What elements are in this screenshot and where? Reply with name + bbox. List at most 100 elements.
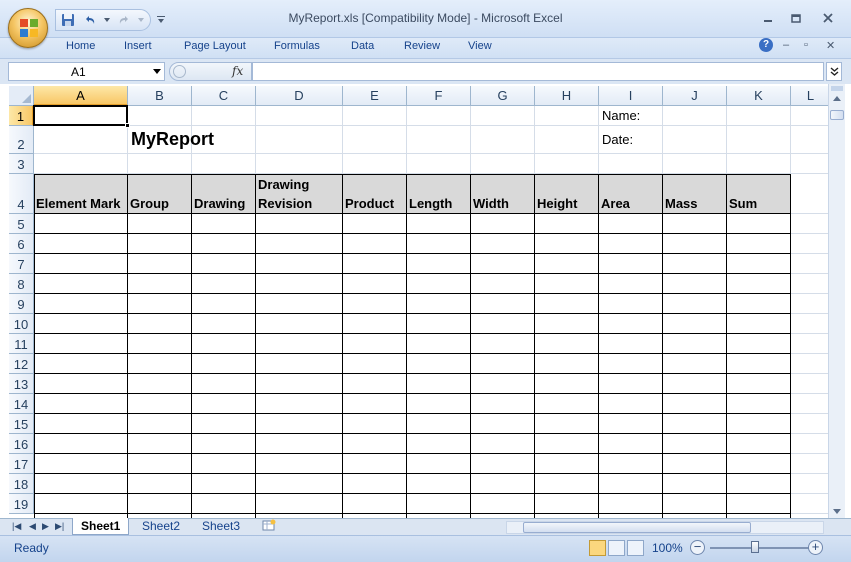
table-border-vertical bbox=[470, 174, 471, 518]
date-label[interactable]: Date: bbox=[602, 132, 633, 147]
select-all-button[interactable] bbox=[9, 86, 34, 106]
zoom-slider-thumb[interactable] bbox=[751, 541, 759, 553]
sheet-tab-sheet3[interactable]: Sheet3 bbox=[194, 518, 248, 535]
column-header-h[interactable]: H bbox=[535, 86, 599, 106]
table-header-area[interactable]: Area bbox=[601, 175, 661, 213]
table-header-length[interactable]: Length bbox=[409, 175, 469, 213]
tab-data[interactable]: Data bbox=[351, 40, 374, 52]
first-sheet-icon[interactable]: |◀ bbox=[12, 521, 21, 532]
page-break-view-icon[interactable] bbox=[627, 540, 644, 556]
column-header-l[interactable]: L bbox=[791, 86, 831, 106]
table-header-height[interactable]: Height bbox=[537, 175, 597, 213]
worksheet-grid[interactable]: ABCDEFGHIJKL 1 2 3 4 5 6 7 8 9 10 11 12 13 14 15 16 17 18… bbox=[0, 84, 851, 518]
insert-function-icon[interactable]: fx bbox=[232, 64, 243, 78]
tab-review[interactable]: Review bbox=[404, 40, 440, 52]
row-header-17[interactable]: 17 bbox=[9, 454, 34, 474]
tab-home[interactable]: Home bbox=[66, 40, 95, 52]
column-header-i[interactable]: I bbox=[599, 86, 663, 106]
workbook-close-icon[interactable]: ✕ bbox=[826, 39, 835, 52]
row-header-6[interactable]: 6 bbox=[9, 234, 34, 254]
horizontal-scrollbar[interactable] bbox=[506, 521, 824, 534]
help-icon[interactable]: ? bbox=[759, 38, 773, 52]
table-header-sum[interactable]: Sum bbox=[729, 175, 789, 213]
row-header-1[interactable]: 1 bbox=[9, 106, 34, 126]
insert-sheet-icon[interactable] bbox=[254, 518, 284, 535]
next-sheet-icon[interactable]: ▶ bbox=[42, 521, 49, 532]
zoom-slider-track[interactable] bbox=[710, 547, 810, 549]
cancel-icon[interactable] bbox=[173, 65, 186, 78]
page-layout-view-icon[interactable] bbox=[608, 540, 625, 556]
row-header-16[interactable]: 16 bbox=[9, 434, 34, 454]
expand-formula-bar-icon[interactable] bbox=[826, 62, 842, 81]
table-header-drawing-revision[interactable]: Drawing Revision bbox=[258, 175, 341, 213]
row-header-8[interactable]: 8 bbox=[9, 274, 34, 294]
workbook-minimize-icon[interactable]: – bbox=[783, 39, 789, 51]
tab-view[interactable]: View bbox=[468, 40, 492, 52]
column-header-a[interactable]: A bbox=[34, 86, 128, 106]
zoom-out-icon[interactable]: − bbox=[690, 540, 705, 555]
vertical-scrollbar[interactable] bbox=[828, 84, 845, 518]
column-header-j[interactable]: J bbox=[663, 86, 727, 106]
tab-page-layout[interactable]: Page Layout bbox=[184, 40, 246, 52]
tab-insert[interactable]: Insert bbox=[124, 40, 152, 52]
table-border-vertical bbox=[255, 174, 256, 518]
name-box-dropdown-icon[interactable] bbox=[153, 69, 161, 74]
minimize-icon[interactable] bbox=[758, 9, 778, 27]
row-header-9[interactable]: 9 bbox=[9, 294, 34, 314]
row-header-2[interactable]: 2 bbox=[9, 126, 34, 154]
sheet-tab-sheet2[interactable]: Sheet2 bbox=[134, 518, 188, 535]
table-header-mass[interactable]: Mass bbox=[665, 175, 725, 213]
tab-formulas[interactable]: Formulas bbox=[274, 40, 320, 52]
table-header-element-mark[interactable]: Element Mark bbox=[36, 175, 126, 213]
column-header-c[interactable]: C bbox=[192, 86, 256, 106]
zoom-in-icon[interactable]: + bbox=[808, 540, 823, 555]
row-header-13[interactable]: 13 bbox=[9, 374, 34, 394]
row-header-19[interactable]: 19 bbox=[9, 494, 34, 514]
split-handle[interactable] bbox=[831, 86, 843, 91]
prev-sheet-icon[interactable]: ◀ bbox=[29, 521, 36, 532]
table-header-width[interactable]: Width bbox=[473, 175, 533, 213]
vertical-scroll-thumb[interactable] bbox=[830, 110, 844, 120]
scroll-down-icon[interactable] bbox=[833, 509, 841, 514]
column-header-f[interactable]: F bbox=[407, 86, 471, 106]
table-header-drawing[interactable]: Drawing bbox=[194, 175, 254, 213]
table-border-horizontal bbox=[34, 253, 791, 254]
workbook-restore-icon[interactable]: ▫ bbox=[804, 39, 808, 51]
row-header-12[interactable]: 12 bbox=[9, 354, 34, 374]
close-icon[interactable] bbox=[818, 9, 838, 27]
normal-view-icon[interactable] bbox=[589, 540, 606, 556]
row-header-15[interactable]: 15 bbox=[9, 414, 34, 434]
column-header-b[interactable]: B bbox=[128, 86, 192, 106]
name-box-value: A1 bbox=[71, 65, 86, 79]
fill-handle[interactable] bbox=[125, 123, 130, 128]
row-header-5[interactable]: 5 bbox=[9, 214, 34, 234]
row-header-3[interactable]: 3 bbox=[9, 154, 34, 174]
table-border-horizontal bbox=[34, 213, 791, 214]
office-button[interactable] bbox=[8, 8, 48, 48]
zoom-level[interactable]: 100% bbox=[652, 541, 683, 555]
formula-input[interactable] bbox=[252, 62, 824, 81]
row-header-14[interactable]: 14 bbox=[9, 394, 34, 414]
row-header-7[interactable]: 7 bbox=[9, 254, 34, 274]
last-sheet-icon[interactable]: ▶| bbox=[55, 521, 64, 532]
name-label[interactable]: Name: bbox=[602, 108, 640, 123]
horizontal-scroll-thumb[interactable] bbox=[523, 522, 751, 533]
name-box[interactable]: A1 bbox=[8, 62, 165, 81]
column-header-d[interactable]: D bbox=[256, 86, 343, 106]
scroll-up-icon[interactable] bbox=[833, 96, 841, 101]
active-cell[interactable] bbox=[33, 105, 130, 128]
sheet-tab-sheet1[interactable]: Sheet1 bbox=[72, 518, 130, 535]
report-title[interactable]: MyReport bbox=[131, 129, 214, 150]
row-header-18[interactable]: 18 bbox=[9, 474, 34, 494]
row-header-4[interactable]: 4 bbox=[9, 174, 34, 214]
row-header-10[interactable]: 10 bbox=[9, 314, 34, 334]
column-header-k[interactable]: K bbox=[727, 86, 791, 106]
column-header-e[interactable]: E bbox=[343, 86, 407, 106]
table-border-horizontal bbox=[34, 413, 791, 414]
table-header-product[interactable]: Product bbox=[345, 175, 405, 213]
table-header-group[interactable]: Group bbox=[130, 175, 190, 213]
table-border-horizontal bbox=[34, 373, 791, 374]
column-header-g[interactable]: G bbox=[471, 86, 535, 106]
row-header-11[interactable]: 11 bbox=[9, 334, 34, 354]
maximize-icon[interactable] bbox=[786, 9, 806, 27]
